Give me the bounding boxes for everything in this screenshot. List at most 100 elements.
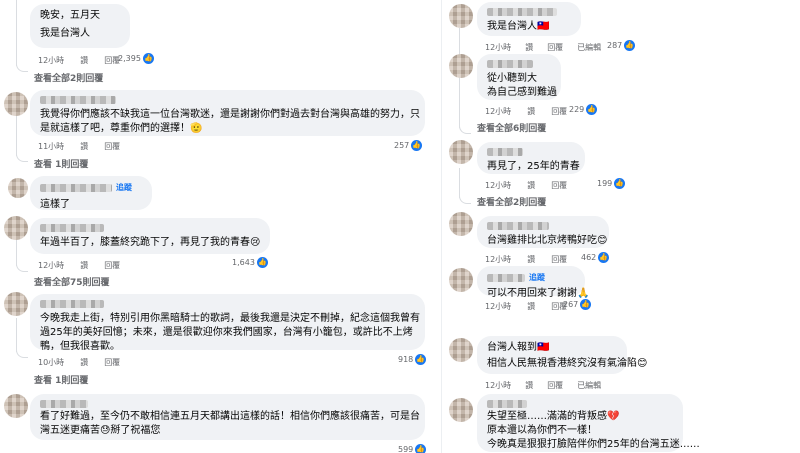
reaction-count[interactable]: 1,643 👍 [232, 257, 268, 268]
follow-link[interactable]: 追蹤 [116, 181, 132, 195]
reaction-count[interactable]: 287 👍 [607, 40, 636, 51]
reaction-count[interactable]: 918 👍 [398, 354, 427, 365]
thumbs-up-icon: 👍 [624, 40, 636, 51]
comment-bubble: 我是台灣人🇹🇼 [477, 2, 581, 36]
comment-time[interactable]: 12小時 [485, 301, 511, 312]
comment-actions: 12小時 讚 回覆 [485, 301, 567, 312]
comment-text: 再見了，25年的青春 [487, 161, 580, 172]
reaction-number: 199 [597, 179, 613, 188]
commenter-name[interactable] [40, 96, 116, 104]
avatar[interactable] [449, 338, 473, 362]
reply-link[interactable]: 回覆 [551, 106, 567, 117]
commenter-header: 追蹤 [487, 271, 575, 285]
avatar[interactable] [449, 398, 473, 422]
commenter-name[interactable] [40, 400, 88, 408]
reaction-count[interactable]: 267 👍 [563, 299, 592, 310]
follow-link[interactable]: 追蹤 [529, 271, 545, 285]
reply-link[interactable]: 回覆 [104, 141, 120, 152]
like-link[interactable]: 讚 [527, 180, 535, 191]
like-link[interactable]: 讚 [525, 42, 533, 53]
view-all-replies[interactable]: 查看全部2則回覆 [34, 71, 103, 84]
thread-elbow [16, 152, 28, 162]
reply-link[interactable]: 回覆 [551, 180, 567, 191]
comment-bubble: 再見了，25年的青春 [477, 142, 585, 174]
like-link[interactable]: 讚 [80, 260, 88, 271]
comment-time[interactable]: 10小時 [38, 357, 64, 368]
commenter-name[interactable] [487, 400, 527, 408]
view-all-replies[interactable]: 查看全部6則回覆 [477, 121, 546, 134]
commenter-name[interactable] [487, 222, 549, 230]
comment-time[interactable]: 12小時 [485, 380, 511, 391]
reaction-count[interactable]: 462 👍 [581, 252, 610, 263]
comment-bubble: 失望至極……滿滿的背叛感💔 原本還以為你們不一樣！ 今晚真是狠狠打臉陪伴你們25… [477, 394, 700, 452]
avatar[interactable] [449, 140, 473, 164]
comment-text: 今晚真是狠狠打臉陪伴你們25年的台灣五迷…… [487, 439, 700, 450]
reply-link[interactable]: 回覆 [547, 42, 563, 53]
like-link[interactable]: 讚 [525, 380, 533, 391]
commenter-name[interactable] [40, 184, 112, 192]
like-link[interactable]: 讚 [527, 254, 535, 265]
left-comment-column: 晚安，五月天 我是台灣人 12小時 讚 回覆 2,395 👍 查看全部2則回覆 … [0, 0, 440, 453]
commenter-name[interactable] [487, 60, 533, 68]
commenter-name[interactable] [487, 8, 557, 16]
reply-link[interactable]: 回覆 [104, 260, 120, 271]
like-link[interactable]: 讚 [80, 55, 88, 66]
reply-link[interactable]: 回覆 [551, 254, 567, 265]
avatar[interactable] [449, 212, 473, 236]
reaction-number: 918 [398, 355, 414, 364]
reaction-number: 267 [563, 300, 579, 309]
comment-text: 過25年的美好回憶；未來，還是很歡迎你來我們國家，台灣有小籠包，或許比不上烤 [40, 327, 413, 338]
comment-time[interactable]: 12小時 [485, 42, 511, 53]
thread-elbow [16, 262, 28, 272]
reaction-count[interactable]: 2,395 👍 [118, 53, 154, 64]
commenter-name[interactable] [40, 300, 104, 308]
like-link[interactable]: 讚 [527, 301, 535, 312]
avatar[interactable] [4, 92, 28, 116]
comment-time[interactable]: 12小時 [38, 55, 64, 66]
comment-text: 台灣雞排比北京烤鴨好吃😊 [487, 235, 608, 246]
reply-link[interactable]: 回覆 [547, 380, 563, 391]
reply-link[interactable]: 回覆 [104, 357, 120, 368]
commenter-name[interactable] [40, 224, 104, 232]
comment-bubble: 台灣雞排比北京烤鴨好吃😊 [477, 216, 609, 248]
reaction-count[interactable]: 229 👍 [569, 104, 598, 115]
like-link[interactable]: 讚 [80, 141, 88, 152]
comment-bubble: 我覺得你們應該不缺我這一位台灣歌迷，還是謝謝你們對過去對台灣與高雄的努力，只 是… [30, 90, 425, 136]
comment-time[interactable]: 12小時 [485, 254, 511, 265]
avatar[interactable] [4, 394, 28, 418]
comment-time[interactable]: 11小時 [38, 141, 64, 152]
reaction-count[interactable]: 257 👍 [394, 140, 423, 151]
comment-bubble: 年過半百了，膝蓋終究跪下了，再見了我的青春😢 [30, 218, 270, 254]
thumbs-up-icon: 👍 [598, 252, 610, 263]
comment-time[interactable]: 12小時 [485, 180, 511, 191]
avatar[interactable] [4, 216, 28, 240]
like-link[interactable]: 讚 [80, 357, 88, 368]
comment-text: 原本還以為你們不一樣！ [487, 425, 597, 436]
avatar[interactable] [449, 4, 473, 28]
reaction-count[interactable]: 599 👍 [398, 444, 427, 453]
comment-text: 台灣人報到🇹🇼 [487, 342, 550, 353]
reaction-number: 287 [607, 41, 623, 50]
avatar[interactable] [4, 292, 28, 316]
thread-elbow [16, 62, 28, 72]
comment-actions: 12小時 讚 回覆 [38, 260, 120, 271]
like-link[interactable]: 讚 [527, 106, 535, 117]
reaction-number: 599 [398, 445, 414, 453]
commenter-name[interactable] [487, 274, 525, 282]
commenter-name[interactable] [487, 148, 523, 156]
reaction-count[interactable]: 199 👍 [597, 178, 626, 189]
thumbs-up-icon: 👍 [411, 140, 423, 151]
reaction-number: 1,643 [232, 258, 255, 267]
comment-actions: 12小時 讚 回覆 已編輯 [485, 42, 601, 53]
comment-time[interactable]: 12小時 [38, 260, 64, 271]
comment-actions: 12小時 讚 回覆 [485, 180, 567, 191]
comment-time[interactable]: 12小時 [485, 106, 511, 117]
avatar[interactable] [8, 178, 28, 198]
thumbs-up-icon: 👍 [142, 53, 154, 64]
view-all-replies[interactable]: 查看 1則回覆 [34, 373, 88, 386]
view-all-replies[interactable]: 查看 1則回覆 [34, 157, 88, 170]
avatar[interactable] [449, 268, 473, 292]
view-all-replies[interactable]: 查看全部75則回覆 [34, 275, 110, 288]
avatar[interactable] [449, 54, 473, 78]
view-all-replies[interactable]: 查看全部2則回覆 [477, 195, 546, 208]
